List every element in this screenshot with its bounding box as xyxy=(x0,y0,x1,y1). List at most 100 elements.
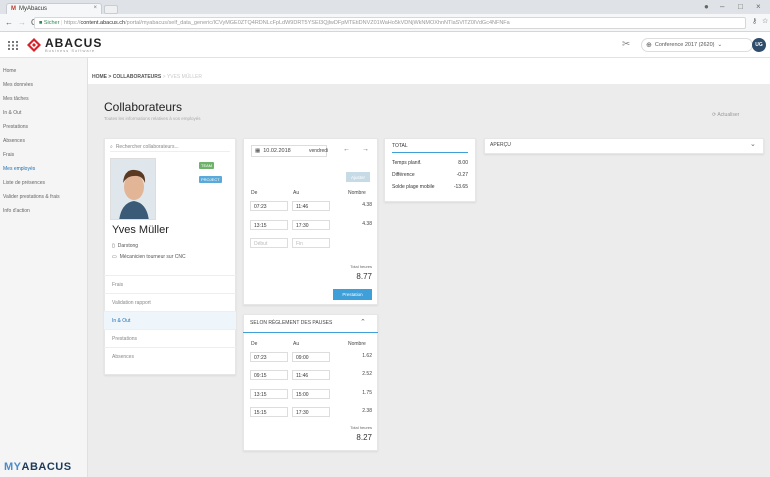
sidebar-item-validate[interactable]: Valider prestations & frais xyxy=(3,194,60,200)
browser-tabbar: M MyAbacus × ● – □ × xyxy=(0,0,770,14)
chevron-down-icon: ⌄ xyxy=(717,42,723,48)
chevron-down-icon[interactable]: ⌄ xyxy=(750,140,756,148)
adjust-button[interactable]: Ajuster xyxy=(346,172,370,182)
profile-link-in-out[interactable]: In & Out xyxy=(104,311,236,329)
user-avatar[interactable]: UG xyxy=(752,38,766,52)
sel-num: 2.52 xyxy=(362,371,372,377)
conference-selector[interactable]: ⊕ Conference 2017 (2620) ⌄ xyxy=(641,38,753,52)
breadcrumb-section[interactable]: COLLABORATEURS xyxy=(113,74,162,80)
forward-icon[interactable]: → xyxy=(18,18,26,27)
sel-to-cell: 09:00 xyxy=(292,352,330,362)
time-from-field[interactable]: 13:15 xyxy=(250,220,288,230)
page-title: Collaborateurs xyxy=(104,100,183,114)
apps-grid-icon[interactable] xyxy=(8,41,18,50)
sel-num: 1.62 xyxy=(362,353,372,359)
sidebar-item-my-employees[interactable]: Mes employés xyxy=(3,166,35,172)
sidebar-item-in-out[interactable]: In & Out xyxy=(3,110,21,116)
url-path: /portal/myabacus/self_data_generic/ICVyM… xyxy=(125,20,510,26)
preview-title: APERÇU xyxy=(490,142,511,148)
planned-value: 8.00 xyxy=(458,160,468,166)
close-tab-icon[interactable]: × xyxy=(93,5,97,11)
back-icon[interactable]: ← xyxy=(5,18,13,27)
total-underline xyxy=(392,152,468,153)
col-from: De xyxy=(251,190,258,196)
time-to-field[interactable]: 17:30 xyxy=(292,220,330,230)
time-from-field[interactable]: 07:23 xyxy=(250,201,288,211)
profile-link-absences[interactable]: Absences xyxy=(104,347,236,365)
total-hours-label: Total heures xyxy=(350,264,372,269)
sel-total-label: Total heures xyxy=(350,425,372,430)
sel-from-cell: 07:23 xyxy=(250,352,288,362)
security-label: Sicher xyxy=(43,20,60,26)
profile-link-frais[interactable]: Frais xyxy=(104,275,236,293)
sel-from-cell: 13:15 xyxy=(250,389,288,399)
chevron-up-icon[interactable]: ⌃ xyxy=(360,318,366,326)
sel-to-cell: 17:30 xyxy=(292,407,330,417)
tools-icon[interactable]: ✂ xyxy=(622,39,630,50)
browser-tab[interactable]: M MyAbacus × xyxy=(6,3,102,14)
url-input[interactable]: ■ Sicher | https://content.abacus.ch/por… xyxy=(34,17,746,29)
account-icon[interactable]: ● xyxy=(704,2,709,11)
breadcrumb-home[interactable]: HOME xyxy=(92,74,107,80)
profile-link-prestations[interactable]: Prestations xyxy=(104,329,236,347)
sidebar-item-my-data[interactable]: Mes données xyxy=(3,82,33,88)
new-to-field[interactable]: Fin xyxy=(292,238,330,248)
sel-col-num: Nombre xyxy=(348,341,366,347)
col-to: Au xyxy=(293,190,300,196)
employee-location: ▯ Darstong xyxy=(112,243,138,249)
sel-from-cell: 09:15 xyxy=(250,370,288,380)
prev-day-icon[interactable]: ← xyxy=(343,146,350,153)
briefcase-icon: ▭ xyxy=(112,254,117,260)
sel-from-cell: 15:15 xyxy=(250,407,288,417)
preview-card[interactable] xyxy=(484,138,764,154)
star-icon[interactable]: ☆ xyxy=(762,17,768,25)
total-hours-value: 8.77 xyxy=(356,272,372,281)
balance-label: Solde plage mobile xyxy=(392,184,435,190)
key-icon[interactable]: ⚷ xyxy=(752,17,757,25)
break-rules-header[interactable]: SELON RÈGLEMENT DES PAUSES xyxy=(250,320,332,326)
sel-col-from: De xyxy=(251,341,258,347)
prestation-button[interactable]: Prestation xyxy=(333,289,372,300)
employee-search-input[interactable]: ⌕ Rechercher collaborateurs... xyxy=(110,142,230,152)
sidebar-item-home[interactable]: Home xyxy=(3,68,16,74)
new-from-field[interactable]: Début xyxy=(250,238,288,248)
next-day-icon[interactable]: → xyxy=(362,146,369,153)
total-title: TOTAL xyxy=(392,143,408,149)
sel-total-value: 8.27 xyxy=(356,433,372,442)
breadcrumb-sep: > xyxy=(162,74,166,80)
sidebar-item-attendance-list[interactable]: Liste de présences xyxy=(3,180,45,186)
address-bar: ← → C ■ Sicher | https://content.abacus.… xyxy=(0,14,770,32)
location-text: Darstong xyxy=(117,243,139,249)
header-underline xyxy=(243,332,378,333)
refresh-button[interactable]: ⟳ Actualiser xyxy=(712,112,739,118)
url-scheme: https:// xyxy=(63,20,81,26)
hours-value: 4.38 xyxy=(362,202,372,208)
sidebar-item-frais[interactable]: Frais xyxy=(3,152,14,158)
minimize-icon[interactable]: – xyxy=(720,2,724,11)
search-placeholder: Rechercher collaborateurs... xyxy=(115,143,179,150)
abacus-logo[interactable]: ABACUS Business Software xyxy=(26,36,102,53)
hours-value: 4.38 xyxy=(362,221,372,227)
break-rules-card xyxy=(243,314,378,451)
close-window-icon[interactable]: × xyxy=(756,2,761,11)
sidebar-item-absences[interactable]: Absences xyxy=(3,138,25,144)
app-header: ABACUS Business Software ✂ ⊕ Conference … xyxy=(0,32,770,58)
sidebar-item-prestations[interactable]: Prestations xyxy=(3,124,28,130)
search-icon: ⌕ xyxy=(110,143,113,150)
difference-label: Différence xyxy=(392,172,415,178)
refresh-label: Actualiser xyxy=(717,112,740,118)
profile-link-validation[interactable]: Validation rapport xyxy=(104,293,236,311)
new-tab-button[interactable] xyxy=(104,5,118,14)
calendar-icon: ▦ xyxy=(255,148,261,154)
sel-col-to: Au xyxy=(293,341,300,347)
role-text: Mécanicien tourneur sur CNC xyxy=(119,254,186,260)
employee-role: ▭ Mécanicien tourneur sur CNC xyxy=(112,254,186,260)
difference-value: -0.27 xyxy=(456,172,468,178)
logo-subtext: Business Software xyxy=(45,48,96,53)
date-value: 10.02.2018 xyxy=(263,148,291,154)
logo-my: MY xyxy=(4,461,22,473)
maximize-icon[interactable]: □ xyxy=(738,2,743,11)
time-to-field[interactable]: 11:46 xyxy=(292,201,330,211)
sidebar-item-action-info[interactable]: Info d'action xyxy=(3,208,30,214)
sidebar-item-my-tasks[interactable]: Mes tâches xyxy=(3,96,29,102)
